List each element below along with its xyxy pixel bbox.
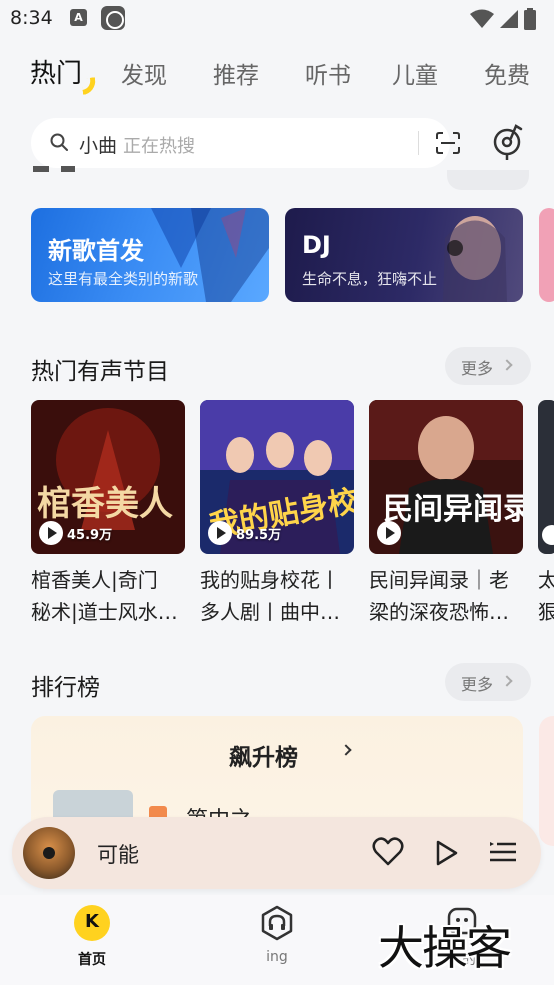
signal-icon xyxy=(500,10,518,28)
program-title-line2: 梁的深夜恐怖… xyxy=(369,600,509,624)
status-time: 8:34 xyxy=(10,7,53,29)
program-card[interactable]: 棺香美人 45.9万 棺香美人|奇门 秘术|道士风水… xyxy=(31,400,185,624)
home-icon xyxy=(74,905,110,941)
scan-icon[interactable] xyxy=(436,132,460,154)
listen-recognize-icon[interactable] xyxy=(490,122,524,162)
program-cover: 我的贴身校花 89.5万 xyxy=(200,400,354,554)
tab-audiobook[interactable]: 听书 xyxy=(305,56,351,90)
watermark: 大操客 xyxy=(378,921,512,975)
play-count-value: 45.9万 xyxy=(67,527,113,543)
program-title-line1: 棺香美人|奇门 xyxy=(31,568,158,592)
dj-banner[interactable]: DJ 生命不息，狂嗨不止 xyxy=(285,208,523,302)
player-song-title: 可能 xyxy=(97,843,139,867)
play-icon[interactable] xyxy=(434,839,460,867)
program-title-line2: 秘术|道士风水… xyxy=(31,600,178,624)
play-icon xyxy=(208,521,232,545)
program-title-line1: 我的贴身校花丨 xyxy=(200,568,340,592)
nav-ing-label: ing xyxy=(266,949,288,965)
search-icon xyxy=(50,133,68,151)
tab-discover[interactable]: 发现 xyxy=(121,56,167,90)
nav-home[interactable]: 首页 xyxy=(47,905,137,969)
ranking-more-button[interactable]: 更多 xyxy=(445,663,531,701)
tab-active-indicator xyxy=(80,77,98,95)
play-icon xyxy=(377,521,401,545)
new-songs-banner-subtitle: 这里有最全类别的新歌 xyxy=(48,270,199,288)
programs-more-button[interactable]: 更多 xyxy=(445,347,531,385)
program-title-line1: 太 xyxy=(538,564,554,596)
status-icons xyxy=(470,8,536,30)
program-card[interactable]: 民间异闻录 民间异闻录｜老 梁的深夜恐怖… xyxy=(369,400,523,624)
new-songs-banner[interactable]: 新歌首发 这里有最全类别的新歌 xyxy=(31,208,269,302)
previous-section-more-pill[interactable] xyxy=(447,170,529,190)
status-bar: 8:34 A xyxy=(0,0,554,36)
category-tabs: 热门 发现 推荐 听书 儿童 免费 xyxy=(30,52,554,96)
tab-kids[interactable]: 儿童 xyxy=(392,56,438,90)
dj-banner-title: DJ xyxy=(302,231,331,259)
notification-app-icon xyxy=(101,6,125,30)
program-card-peek[interactable]: 太 狠 xyxy=(538,400,554,624)
nav-home-label: 首页 xyxy=(78,952,106,968)
chevron-right-icon xyxy=(340,744,352,756)
previous-section-title-fragment xyxy=(33,166,75,172)
play-count: 45.9万 xyxy=(39,521,112,545)
ranking-more-label: 更多 xyxy=(461,675,494,694)
program-title-line1: 民间异闻录｜老 xyxy=(369,568,509,592)
rising-chart-title: 飙升榜 xyxy=(229,745,298,771)
play-icon xyxy=(39,521,63,545)
dj-banner-subtitle: 生命不息，狂嗨不止 xyxy=(302,270,438,288)
notification-a-icon: A xyxy=(70,9,87,26)
program-title: 太 狠 xyxy=(538,564,554,628)
next-chart-card-peek[interactable] xyxy=(539,716,554,846)
program-title-line2: 多人剧丨曲中… xyxy=(200,600,340,624)
ranking-section-title: 排行榜 xyxy=(31,675,100,701)
program-title: 棺香美人|奇门 秘术|道士风水… xyxy=(31,564,185,628)
search-query: 小曲 xyxy=(79,135,118,157)
battery-icon xyxy=(524,8,536,30)
chevron-right-icon xyxy=(501,675,513,687)
program-cover-text: 棺香美人 xyxy=(37,484,173,524)
play-count xyxy=(377,521,405,545)
chevron-right-icon xyxy=(501,359,513,371)
new-songs-banner-title: 新歌首发 xyxy=(48,237,144,265)
mini-player[interactable]: 可能 xyxy=(12,817,541,889)
wifi-icon xyxy=(470,9,494,28)
programs-section-title: 热门有声节目 xyxy=(31,359,169,385)
program-card[interactable]: 我的贴身校花 89.5万 我的贴身校花丨 多人剧丨曲中… xyxy=(200,400,354,624)
playlist-icon[interactable] xyxy=(488,839,518,865)
program-cover: 棺香美人 45.9万 xyxy=(31,400,185,554)
program-cover: 民间异闻录 xyxy=(369,400,523,554)
play-count-value: 89.5万 xyxy=(236,527,282,543)
programs-more-label: 更多 xyxy=(461,359,494,378)
tab-hot[interactable]: 热门 xyxy=(30,53,82,90)
tab-free[interactable]: 免费 xyxy=(484,56,530,90)
player-album-art xyxy=(23,827,75,879)
search-bar[interactable]: 小曲 正在热搜 xyxy=(31,118,460,168)
play-count: 89.5万 xyxy=(208,521,281,545)
heart-icon[interactable] xyxy=(372,837,404,867)
search-hint: 正在热搜 xyxy=(123,136,195,157)
program-title: 民间异闻录｜老 梁的深夜恐怖… xyxy=(369,564,523,628)
nav-ing[interactable]: ing xyxy=(232,905,322,965)
program-title: 我的贴身校花丨 多人剧丨曲中… xyxy=(200,564,354,628)
search-divider xyxy=(418,131,419,155)
program-title-line2: 狠 xyxy=(538,596,554,628)
tab-recommend[interactable]: 推荐 xyxy=(213,56,259,90)
next-banner-peek[interactable] xyxy=(539,208,554,302)
headphone-hexagon-icon xyxy=(261,905,293,941)
program-cover xyxy=(538,400,554,554)
